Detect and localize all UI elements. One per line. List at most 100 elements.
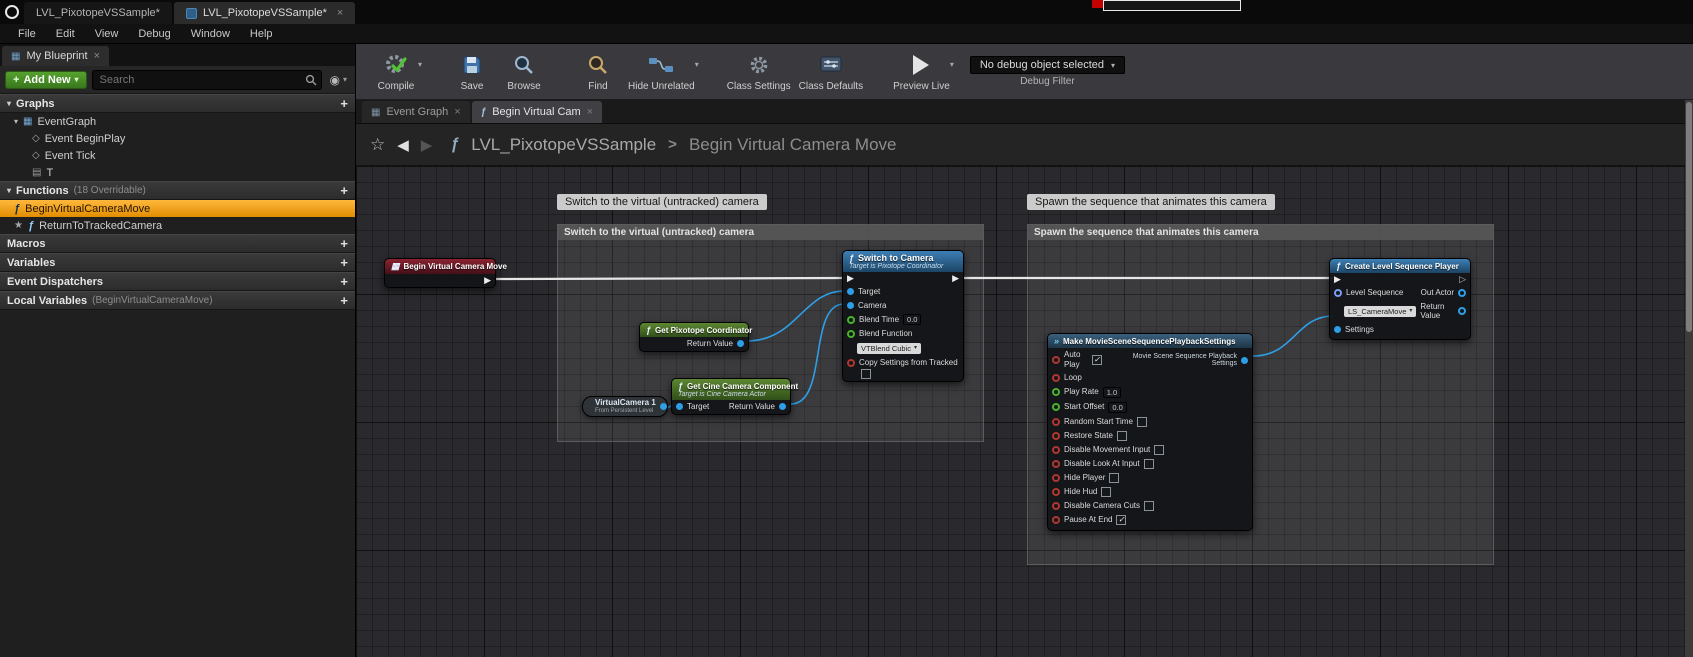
close-icon[interactable]: × (94, 50, 100, 62)
hide-player-pin[interactable] (1052, 474, 1060, 482)
random-start-time-checkbox[interactable] (1137, 417, 1147, 427)
search-input[interactable] (92, 70, 322, 90)
level-sequence-dropdown[interactable]: LS_CameraMove ▾ (1344, 306, 1416, 317)
window-tab-2[interactable]: LVL_PixotopeVSSample* × (174, 2, 355, 24)
menu-help[interactable]: Help (240, 28, 283, 40)
return-value-pin[interactable] (1458, 307, 1466, 315)
start-offset-pin[interactable] (1052, 403, 1060, 411)
hide-player-checkbox[interactable] (1109, 473, 1119, 483)
favorite-star-icon[interactable]: ☆ (370, 135, 385, 155)
collapse-arrow-icon[interactable]: ▾ (7, 99, 11, 108)
macros-section-header[interactable]: Macros + (0, 234, 355, 253)
breadcrumb-root[interactable]: LVL_PixotopeVSSample (471, 135, 656, 155)
random-start-time-pin[interactable] (1052, 418, 1060, 426)
target-pin[interactable] (847, 288, 854, 295)
exec-in-pin[interactable]: ▶ (1334, 275, 1341, 284)
return-value-pin[interactable] (737, 340, 744, 347)
comment-bubble-1[interactable]: Switch to the virtual (untracked) camera (557, 194, 767, 210)
comment-bubble-2[interactable]: Spawn the sequence that animates this ca… (1027, 194, 1275, 210)
close-icon[interactable]: × (454, 106, 460, 118)
output-pin[interactable] (1241, 357, 1248, 364)
event-beginplay-item[interactable]: ◇ Event BeginPlay (0, 130, 355, 147)
preview-live-button[interactable]: Preview Live (889, 52, 954, 92)
vertical-scrollbar[interactable] (1685, 100, 1693, 657)
pause-at-end-pin[interactable] (1052, 516, 1060, 524)
start-offset-input[interactable]: 0.0 (1108, 402, 1126, 413)
disable-look-at-input-checkbox[interactable] (1144, 459, 1154, 469)
blend-function-pin[interactable] (847, 330, 855, 338)
node-begin-virtual-camera-move[interactable]: ▦ Begin Virtual Camera Move ▶ (384, 258, 496, 288)
event-dispatchers-section-header[interactable]: Event Dispatchers + (0, 272, 355, 291)
node-get-cine-camera-component[interactable]: ƒ Get Cine Camera Component Target is Ci… (671, 378, 791, 415)
exec-in-pin[interactable]: ▶ (847, 274, 854, 283)
view-options-button[interactable]: ◉ ▾ (327, 73, 351, 87)
exec-out-pin[interactable]: ▶ (484, 276, 491, 285)
out-actor-pin[interactable] (1458, 289, 1466, 297)
loop-pin[interactable] (1052, 374, 1060, 382)
local-variables-section-header[interactable]: Local Variables (BeginVirtualCameraMove)… (0, 291, 355, 310)
blend-function-dropdown[interactable]: VTBlend Cubic ▾ (857, 343, 921, 354)
variables-section-header[interactable]: Variables + (0, 253, 355, 272)
disable-look-at-input-pin[interactable] (1052, 460, 1060, 468)
graphs-section-header[interactable]: ▾ Graphs + (0, 94, 355, 113)
chevron-down-icon[interactable]: ▾ (950, 60, 954, 69)
target-pin[interactable] (676, 403, 683, 410)
camera-pin[interactable] (847, 302, 854, 309)
functions-section-header[interactable]: ▾ Functions (18 Overridable) + (0, 181, 355, 200)
event-t-item[interactable]: ▤ T (0, 164, 355, 181)
compile-button[interactable]: Compile (370, 52, 422, 92)
window-tab-1[interactable]: LVL_PixotopeVSSample* (24, 2, 172, 24)
hide-hud-checkbox[interactable] (1101, 487, 1111, 497)
auto-play-pin[interactable] (1052, 356, 1060, 364)
copy-settings-checkbox[interactable] (861, 369, 871, 379)
class-settings-button[interactable]: Class Settings (723, 52, 795, 92)
menu-view[interactable]: View (85, 28, 129, 40)
browse-button[interactable]: Browse (498, 52, 550, 92)
chevron-down-icon[interactable]: ▾ (695, 60, 699, 69)
add-local-variable-button[interactable]: + (340, 293, 348, 308)
menu-file[interactable]: File (8, 28, 46, 40)
add-variable-button[interactable]: + (340, 255, 348, 270)
output-pin[interactable] (660, 403, 667, 410)
menu-edit[interactable]: Edit (46, 28, 85, 40)
add-new-button[interactable]: + Add New ▾ (5, 71, 87, 89)
node-make-playback-settings[interactable]: » Make MovieSceneSequencePlaybackSetting… (1047, 333, 1253, 531)
play-rate-input[interactable]: 1.0 (1103, 387, 1121, 398)
function-beginvirtualcameramove-item[interactable]: ƒ BeginVirtualCameraMove (0, 200, 355, 217)
node-get-pixotope-coordinator[interactable]: ƒ Get Pixotope Coordinator Return Value (639, 322, 749, 352)
chevron-down-icon[interactable]: ▾ (418, 60, 422, 69)
settings-pin[interactable] (1334, 326, 1341, 333)
function-returntotrackedcamera-item[interactable]: ★ ƒ ReturnToTrackedCamera (0, 217, 355, 234)
scrollbar-thumb[interactable] (1686, 102, 1692, 332)
eventgraph-item[interactable]: ▾ ▦ EventGraph (0, 113, 355, 130)
add-graph-button[interactable]: + (340, 96, 348, 111)
collapse-arrow-icon[interactable]: ▾ (7, 186, 11, 195)
collapse-arrow-icon[interactable]: ▾ (14, 117, 18, 126)
disable-movement-input-pin[interactable] (1052, 446, 1060, 454)
blend-time-input[interactable]: 0.0 (903, 314, 921, 325)
node-virtualcamera-variable[interactable]: VirtualCamera 1 From Persistent Level (582, 396, 668, 417)
graph-canvas[interactable]: Switch to the virtual (untracked) camera… (356, 166, 1693, 657)
menu-debug[interactable]: Debug (128, 28, 180, 40)
menu-window[interactable]: Window (181, 28, 240, 40)
blend-time-pin[interactable] (847, 316, 855, 324)
restore-state-pin[interactable] (1052, 432, 1060, 440)
exec-out-pin[interactable]: ▶ (952, 274, 959, 283)
add-event-dispatcher-button[interactable]: + (340, 274, 348, 289)
disable-camera-cuts-pin[interactable] (1052, 502, 1060, 510)
disable-camera-cuts-checkbox[interactable] (1144, 501, 1154, 511)
node-create-level-sequence-player[interactable]: ƒ Create Level Sequence Player ▶ ▷ Level… (1329, 258, 1471, 340)
class-defaults-button[interactable]: Class Defaults (795, 52, 867, 92)
add-function-button[interactable]: + (340, 183, 348, 198)
pause-at-end-checkbox[interactable]: ✓ (1116, 515, 1126, 525)
node-switch-to-camera[interactable]: ƒ Switch to Camera Target is Pixotope Co… (842, 250, 964, 382)
tab-event-graph[interactable]: ▦ Event Graph × (362, 101, 470, 123)
disable-movement-input-checkbox[interactable] (1154, 445, 1164, 455)
my-blueprint-tab[interactable]: ▦ My Blueprint × (2, 46, 109, 66)
close-icon[interactable]: × (587, 106, 593, 118)
back-arrow-icon[interactable]: ◀ (397, 136, 409, 154)
play-rate-pin[interactable] (1052, 388, 1060, 396)
save-button[interactable]: Save (446, 52, 498, 92)
copy-settings-pin[interactable] (847, 359, 855, 367)
hide-unrelated-button[interactable]: Hide Unrelated (624, 52, 699, 92)
